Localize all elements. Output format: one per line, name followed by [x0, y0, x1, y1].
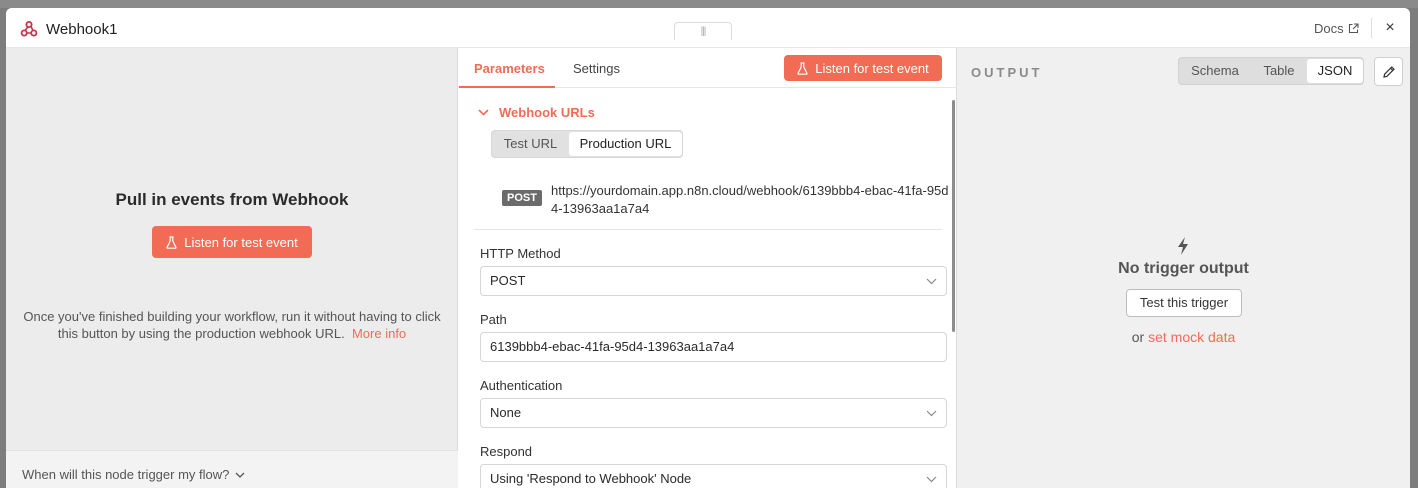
path-label: Path: [480, 312, 507, 327]
output-title: OUTPUT: [971, 65, 1043, 80]
respond-label: Respond: [480, 444, 533, 459]
panel-drag-handle[interactable]: |||: [674, 22, 732, 40]
node-details-modal: Webhook1 Docs × Pull in events from Webh…: [6, 8, 1410, 488]
input-panel-title: Pull in events from Webhook: [115, 190, 349, 209]
panel-tabs: Parameters Settings Listen for test even…: [458, 48, 957, 88]
authentication-select[interactable]: None: [480, 398, 947, 428]
webhook-icon: [20, 21, 38, 37]
chevron-down-icon: [478, 109, 489, 116]
docs-link[interactable]: Docs: [1314, 21, 1359, 36]
or-text: or: [1131, 329, 1145, 345]
flask-icon: [797, 61, 808, 75]
production-url-option[interactable]: Production URL: [569, 132, 682, 156]
respond-select[interactable]: Using 'Respond to Webhook' Node: [480, 464, 947, 488]
edit-output-button[interactable]: [1374, 57, 1403, 86]
listen-for-test-event-button[interactable]: Listen for test event: [152, 226, 312, 258]
close-icon: ×: [1385, 19, 1395, 36]
header-divider: [1371, 18, 1372, 38]
http-method-value: POST: [490, 273, 526, 288]
path-value: 6139bbb4-ebac-41fa-95d4-13963aa1a7a4: [490, 339, 735, 354]
flask-icon: [166, 235, 177, 249]
trigger-info-footer: When will this node trigger my flow?: [6, 450, 458, 488]
url-type-switch: Test URL Production URL: [491, 130, 683, 158]
authentication-label: Authentication: [480, 378, 563, 393]
set-mock-data-link[interactable]: set mock data: [1148, 329, 1235, 345]
input-panel: Pull in events from Webhook Listen for t…: [6, 48, 458, 488]
path-input[interactable]: 6139bbb4-ebac-41fa-95d4-13963aa1a7a4: [480, 332, 947, 362]
close-button[interactable]: ×: [1380, 18, 1400, 38]
respond-value: Using 'Respond to Webhook' Node: [490, 471, 692, 486]
input-panel-description: Once you've finished building your workf…: [20, 308, 444, 342]
output-panel: OUTPUT Schema Table JSON No trigger outp…: [957, 48, 1410, 488]
trigger-question-text: When will this node trigger my flow?: [22, 467, 230, 482]
view-table[interactable]: Table: [1251, 58, 1307, 84]
chevron-down-icon: [926, 476, 937, 483]
authentication-value: None: [490, 405, 522, 420]
chevron-down-icon: [926, 410, 937, 417]
http-method-label: HTTP Method: [480, 246, 561, 261]
mock-data-line: or set mock data: [957, 329, 1410, 345]
node-title[interactable]: Webhook1: [46, 21, 117, 38]
webhook-urls-title: Webhook URLs: [499, 105, 595, 120]
listen-button-label: Listen for test event: [184, 234, 298, 250]
empty-output-title: No trigger output: [1118, 260, 1249, 277]
scrollbar[interactable]: [952, 100, 955, 332]
output-view-switch: Schema Table JSON: [1178, 57, 1364, 85]
parameters-panel: Parameters Settings Listen for test even…: [458, 48, 957, 488]
tab-settings[interactable]: Settings: [573, 61, 620, 76]
view-json[interactable]: JSON: [1307, 59, 1363, 83]
webhook-urls-toggle[interactable]: Webhook URLs: [478, 105, 595, 120]
http-method-select[interactable]: POST: [480, 266, 947, 296]
chevron-down-icon: [926, 278, 937, 285]
divider: [474, 229, 942, 230]
test-trigger-button[interactable]: Test this trigger: [1126, 289, 1242, 317]
background-canvas: [0, 0, 1418, 8]
tab-parameters[interactable]: Parameters: [474, 61, 545, 76]
active-tab-indicator: [459, 86, 555, 88]
listen-button-label: Listen for test event: [815, 60, 929, 76]
more-info-link[interactable]: More info: [352, 326, 406, 341]
chevron-down-icon: [235, 472, 245, 478]
external-link-icon: [1348, 23, 1359, 34]
listen-for-test-event-top-button[interactable]: Listen for test event: [784, 55, 942, 81]
method-badge: POST: [502, 190, 542, 206]
webhook-url[interactable]: https://yourdomain.app.n8n.cloud/webhook…: [551, 182, 951, 218]
pencil-icon: [1383, 66, 1395, 78]
view-schema[interactable]: Schema: [1179, 58, 1251, 84]
docs-label: Docs: [1314, 21, 1344, 36]
test-url-option[interactable]: Test URL: [492, 131, 569, 157]
lightning-bolt-icon: [1178, 237, 1188, 255]
trigger-question-toggle[interactable]: When will this node trigger my flow?: [22, 467, 245, 482]
